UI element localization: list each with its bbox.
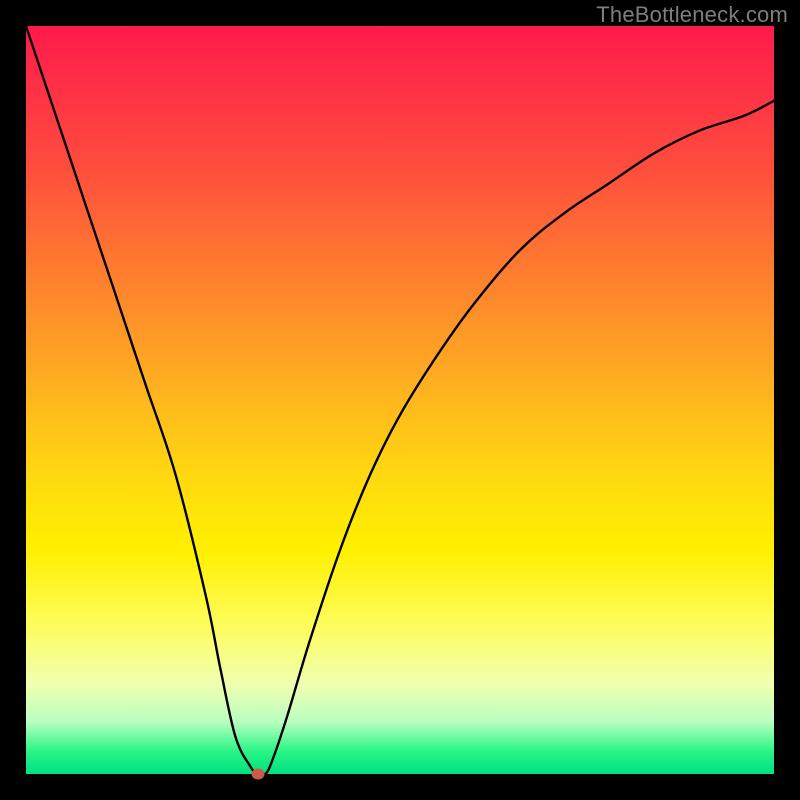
plot-area [26, 26, 774, 774]
minimum-marker [251, 769, 264, 780]
chart-frame: TheBottleneck.com [0, 0, 800, 800]
bottleneck-curve [26, 26, 774, 774]
watermark-text: TheBottleneck.com [596, 2, 788, 28]
curve-path [26, 26, 774, 774]
